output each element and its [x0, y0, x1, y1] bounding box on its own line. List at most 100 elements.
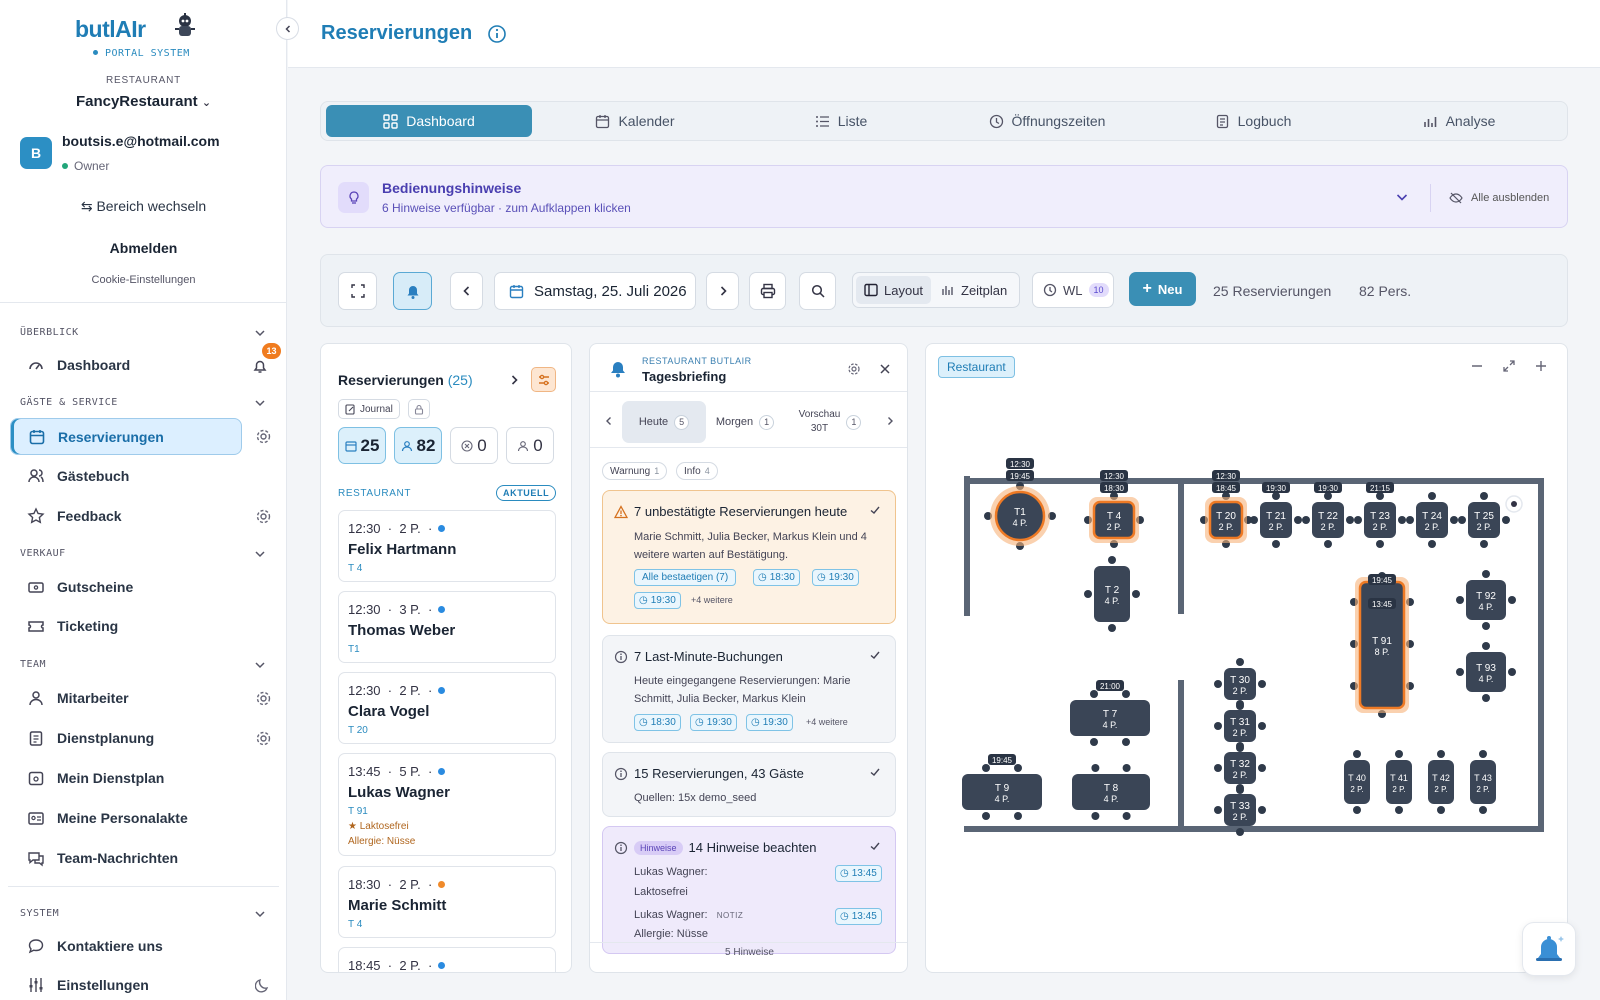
section-overview[interactable]: ÜBERBLICK	[20, 327, 79, 338]
table-t24[interactable]: T 242 P.	[1406, 492, 1458, 548]
tab-opening-hours[interactable]: Öffnungszeiten	[944, 105, 1150, 137]
gear-icon[interactable]	[255, 690, 272, 707]
sidebar-item-ticketing[interactable]: Ticketing	[10, 608, 242, 644]
floor-plan-canvas[interactable]: T14 P.12:3019:45T 42 P.12:3018:30T 24 P.…	[926, 392, 1568, 972]
reservation-card[interactable]: 12:30 · 2 P. · Clara Vogel T 20	[338, 672, 556, 744]
reservation-card[interactable]: 13:45 · 5 P. · Lukas Wagner T 91 ★ Lakto…	[338, 753, 556, 856]
table-t1[interactable]: T14 P. 12:30 19:45	[984, 458, 1056, 550]
fit-icon[interactable]	[1503, 360, 1515, 372]
new-reservation-button[interactable]: + Neu	[1129, 272, 1196, 306]
hide-all-button[interactable]: Alle ausblenden	[1430, 184, 1549, 212]
print-button[interactable]	[749, 272, 786, 310]
tab-analysis[interactable]: Analyse	[1356, 105, 1562, 137]
previous-day-button[interactable]	[450, 272, 483, 310]
logout-button[interactable]: Abmelden	[0, 240, 287, 256]
stat-cancelled[interactable]: 0	[450, 427, 498, 464]
check-icon[interactable]	[869, 766, 881, 778]
confirm-all-button[interactable]: Alle bestaetigen (7)	[634, 569, 737, 586]
layout-toggle[interactable]: Layout	[856, 276, 932, 304]
table-t92[interactable]: T 924 P.	[1456, 570, 1516, 630]
time-chip[interactable]: ◷ 19:30	[634, 592, 681, 609]
check-icon[interactable]	[869, 840, 881, 852]
zoom-out-icon[interactable]	[1471, 360, 1483, 372]
tab-dashboard[interactable]: Dashboard	[326, 105, 532, 137]
chevron-down-icon[interactable]	[1395, 190, 1409, 204]
stat-no-show[interactable]: 0	[506, 427, 554, 464]
table-t8[interactable]: T 84 P.	[1072, 764, 1150, 820]
stat-reservations[interactable]: 25	[338, 427, 386, 464]
sidebar-item-contact[interactable]: Kontaktiere uns	[10, 928, 242, 964]
table-t40[interactable]: T 40 2 P.	[1344, 750, 1370, 814]
briefing-card-hints[interactable]: Hinweise 14 Hinweise beachten Lukas Wagne…	[602, 826, 896, 954]
briefing-bell-button[interactable]	[393, 272, 432, 310]
lock-button[interactable]	[408, 399, 430, 419]
close-icon[interactable]	[879, 363, 891, 375]
sidebar-item-feedback[interactable]: Feedback	[10, 498, 242, 534]
sidebar-item-settings[interactable]: Einstellungen	[10, 967, 242, 1000]
tab-preview[interactable]: Vorschau 30T 1	[786, 401, 874, 443]
zoom-in-icon[interactable]	[1535, 360, 1547, 372]
collapse-sidebar-button[interactable]	[276, 17, 299, 40]
filter-button[interactable]	[531, 367, 556, 392]
table-t91[interactable]: T 918 P. 13:45 19:45	[1350, 572, 1414, 718]
sidebar-item-my-schedule[interactable]: Mein Dienstplan	[10, 760, 242, 796]
tab-tomorrow[interactable]: Morgen 1	[710, 401, 780, 443]
usage-hints-banner[interactable]: Bedienungshinweise 6 Hinweise verfügbar …	[320, 165, 1568, 228]
table-t7[interactable]: T 74 P. 21:00	[1070, 680, 1150, 746]
chevron-down-icon[interactable]	[254, 659, 266, 671]
sidebar-item-vouchers[interactable]: Gutscheine	[10, 569, 242, 605]
check-icon[interactable]	[869, 649, 881, 661]
chevron-down-icon[interactable]	[254, 397, 266, 409]
section-sales[interactable]: VERKAUF	[20, 548, 66, 559]
date-picker-button[interactable]: Samstag, 25. Juli 2026	[494, 272, 696, 310]
restaurant-selector[interactable]: FancyRestaurant ⌄	[0, 93, 287, 110]
table-t41[interactable]: T 41 2 P.	[1386, 750, 1412, 814]
time-chip[interactable]: ◷ 19:30	[690, 714, 737, 731]
journal-button[interactable]: Journal	[338, 399, 400, 419]
gear-icon[interactable]	[255, 730, 272, 747]
fullscreen-button[interactable]	[338, 272, 377, 310]
briefing-fab-button[interactable]	[1522, 922, 1576, 976]
sidebar-item-guestbook[interactable]: Gästebuch	[10, 458, 242, 494]
tab-today[interactable]: Heute 5	[622, 401, 706, 443]
tab-calendar[interactable]: Kalender	[532, 105, 738, 137]
time-chip[interactable]: ◷ 19:30	[746, 714, 793, 731]
reservation-card[interactable]: 18:30 · 2 P. · Marie Schmitt T 4	[338, 866, 556, 938]
briefing-card-unconfirmed[interactable]: 7 unbestätigte Reservierungen heute Mari…	[602, 490, 896, 624]
next-day-button[interactable]	[706, 272, 739, 310]
table-t21[interactable]: T 212 P. 19:30	[1250, 482, 1302, 548]
bell-icon[interactable]	[251, 357, 269, 375]
gear-icon[interactable]	[847, 362, 861, 376]
reservation-card[interactable]: 18:45 · 2 P. ·	[338, 947, 556, 972]
chevron-right-icon[interactable]	[508, 374, 520, 386]
switch-area-button[interactable]: ⇆ Bereich wechseln	[0, 198, 287, 215]
check-icon[interactable]	[869, 504, 881, 516]
table-t23[interactable]: T 232 P. 21:15	[1354, 482, 1406, 548]
search-button[interactable]	[799, 272, 836, 310]
sidebar-item-reservations[interactable]: Reservierungen	[10, 418, 242, 455]
chevron-down-icon[interactable]	[254, 327, 266, 339]
time-chip[interactable]: ◷ 18:30	[634, 714, 681, 731]
briefing-card-summary[interactable]: 15 Reservierungen, 43 Gäste Quellen: 15x…	[602, 752, 896, 817]
sidebar-item-shift-planning[interactable]: Dienstplanung	[10, 720, 242, 756]
table-t9[interactable]: T 94 P. 19:45	[962, 754, 1042, 820]
table-t22[interactable]: T 222 P. 19:30	[1302, 482, 1354, 548]
tab-logbook[interactable]: Logbuch	[1150, 105, 1356, 137]
area-tab-restaurant[interactable]: Restaurant	[938, 356, 1015, 378]
reservation-card[interactable]: 12:30 · 3 P. · Thomas Weber T1	[338, 591, 556, 663]
stat-guests[interactable]: 82	[394, 427, 442, 464]
table-t43[interactable]: T 43 2 P.	[1470, 750, 1496, 814]
chevron-down-icon[interactable]	[254, 908, 266, 920]
filter-info-chip[interactable]: Info 4	[676, 462, 718, 480]
filter-warning-chip[interactable]: Warnung 1	[602, 462, 668, 480]
info-icon[interactable]	[487, 24, 507, 44]
table-t25[interactable]: T 252 P.	[1458, 492, 1510, 548]
sidebar-item-personnel-file[interactable]: Meine Personalakte	[10, 800, 242, 836]
gear-icon[interactable]	[255, 428, 272, 445]
section-guests[interactable]: GÄSTE & SERVICE	[20, 397, 118, 408]
waitlist-button[interactable]: WL 10	[1032, 272, 1114, 308]
briefing-card-last-minute[interactable]: 7 Last-Minute-Buchungen Heute eingegange…	[602, 635, 896, 743]
section-system[interactable]: SYSTEM	[20, 908, 59, 919]
chevron-down-icon[interactable]	[254, 548, 266, 560]
time-chip[interactable]: ◷ 19:30	[812, 569, 859, 586]
